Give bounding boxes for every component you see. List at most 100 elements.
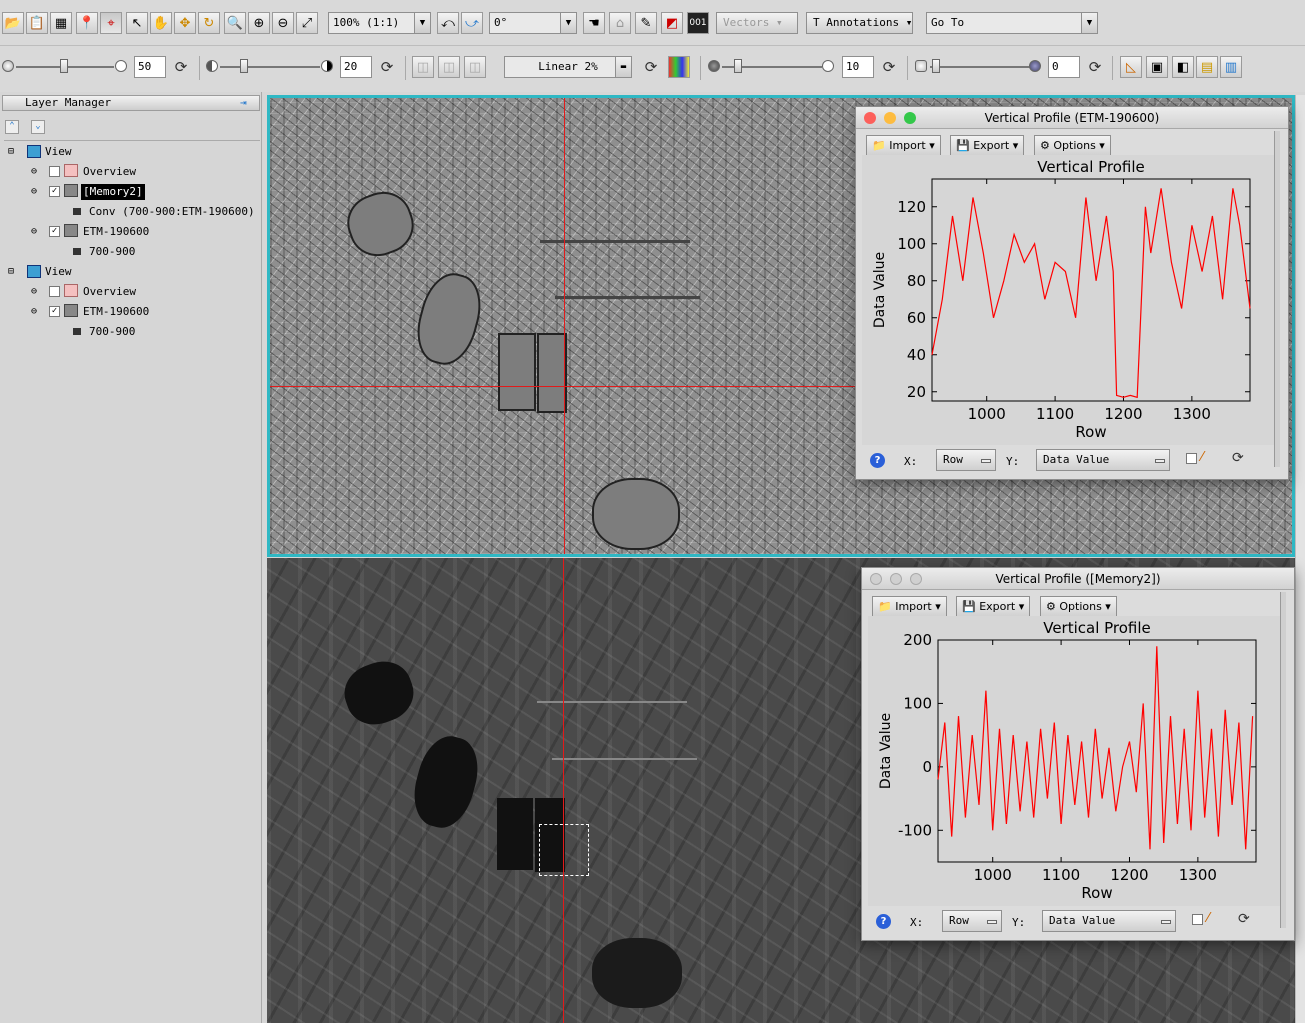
- tree-item-band-2[interactable]: 700-900: [89, 325, 135, 339]
- checkbox[interactable]: [49, 286, 60, 297]
- collapse-up-icon[interactable]: ⌃: [5, 120, 19, 134]
- layer-icon[interactable]: ▦: [50, 12, 72, 34]
- zoom-icon[interactable]: 🔍: [224, 12, 246, 34]
- window-titlebar[interactable]: Vertical Profile ([Memory2]): [862, 568, 1294, 590]
- select-arrow-icon[interactable]: ↖: [126, 12, 148, 34]
- sharpen-input[interactable]: 10: [842, 56, 874, 78]
- zoom-box[interactable]: [539, 824, 589, 876]
- rotate-cw-icon[interactable]: ⤻: [461, 12, 483, 34]
- help-icon[interactable]: ?: [870, 453, 885, 468]
- zoom-fit-icon[interactable]: ⤢: [296, 12, 318, 34]
- histogram-left-icon[interactable]: ◫: [412, 56, 434, 78]
- zoom-in-icon[interactable]: ⊕: [248, 12, 270, 34]
- minimize-icon[interactable]: [884, 112, 896, 124]
- refresh-icon[interactable]: ⟳: [1238, 911, 1250, 927]
- profile-chart[interactable]: Vertical Profile 1000 1100 1200 1300 20 40 60 80…: [862, 155, 1274, 445]
- refresh-icon[interactable]: ⟳: [642, 58, 660, 76]
- line-style-icon[interactable]: ⁄: [1207, 911, 1209, 926]
- tree-item-conv-band[interactable]: Conv (700-900:ETM-190600): [89, 205, 255, 219]
- tree-item-band-1[interactable]: 700-900: [89, 245, 135, 259]
- transparency-input[interactable]: 0: [1048, 56, 1080, 78]
- contrast-slider-track[interactable]: [220, 66, 320, 68]
- vectors-menu-button[interactable]: Vectors ▾: [716, 12, 798, 34]
- contrast-slider-thumb[interactable]: [240, 59, 248, 73]
- expand-toggle-icon[interactable]: ⊟: [8, 146, 14, 157]
- sharpen-slider-thumb[interactable]: [734, 59, 742, 73]
- rotation-combo[interactable]: 0° ▼: [489, 12, 577, 34]
- checkbox[interactable]: [49, 166, 60, 177]
- expand-toggle-icon[interactable]: ⊟: [8, 266, 14, 277]
- histogram-right-icon[interactable]: ◫: [464, 56, 486, 78]
- export-menu-button[interactable]: 💾 Export ▾: [956, 596, 1031, 618]
- dock-icon[interactable]: ⇥: [240, 96, 247, 109]
- brightness-slider-thumb[interactable]: [60, 59, 68, 73]
- zoom-window-icon[interactable]: [904, 112, 916, 124]
- profile-window-bottom[interactable]: Vertical Profile ([Memory2]) 📁 Import ▾ …: [861, 567, 1295, 941]
- open-folder-icon[interactable]: 📂: [2, 12, 24, 34]
- refresh-icon[interactable]: ⟳: [378, 58, 396, 76]
- help-icon[interactable]: ?: [876, 914, 891, 929]
- import-menu-button[interactable]: 📁 Import ▾: [872, 596, 947, 618]
- panel-scrollbar[interactable]: [1280, 592, 1286, 928]
- window-titlebar[interactable]: Vertical Profile (ETM-190600): [856, 107, 1288, 129]
- transparency-slider-thumb[interactable]: [932, 59, 940, 73]
- swipe-icon[interactable]: ▤: [1196, 56, 1218, 78]
- refresh-icon[interactable]: ⟳: [172, 58, 190, 76]
- expand-toggle-icon[interactable]: ⊖: [31, 286, 37, 297]
- contrast-input[interactable]: 20: [340, 56, 372, 78]
- tree-item-etm-2[interactable]: ETM-190600: [83, 305, 149, 319]
- tree-item-overview-1[interactable]: Overview: [83, 165, 136, 179]
- histogram-mid-icon[interactable]: ◫: [438, 56, 460, 78]
- options-menu-button[interactable]: ⚙ Options ▾: [1034, 135, 1111, 157]
- zoom-combo[interactable]: 100% (1:1) ▼: [328, 12, 431, 34]
- flicker-icon[interactable]: ◧: [1172, 56, 1194, 78]
- tree-item-overview-2[interactable]: Overview: [83, 285, 136, 299]
- x-axis-select[interactable]: Row: [936, 449, 996, 471]
- expand-toggle-icon[interactable]: ⊖: [31, 226, 37, 237]
- tree-item-memory2[interactable]: [Memory2]: [81, 184, 145, 200]
- view-scrollbar[interactable]: [1295, 95, 1305, 1023]
- checkbox[interactable]: [1186, 453, 1197, 464]
- brightness-input[interactable]: 50: [134, 56, 166, 78]
- tree-item-view-2[interactable]: View: [45, 265, 72, 279]
- fly-icon[interactable]: ✥: [174, 12, 196, 34]
- expand-toggle-icon[interactable]: ⊖: [31, 186, 37, 197]
- pan-hand-icon[interactable]: ✋: [150, 12, 172, 34]
- roi-icon[interactable]: ◩: [661, 12, 683, 34]
- expand-toggle-icon[interactable]: ⊖: [31, 306, 37, 317]
- blend-icon[interactable]: ▥: [1220, 56, 1242, 78]
- refresh-icon[interactable]: ⟳: [880, 58, 898, 76]
- panel-scrollbar[interactable]: [1274, 131, 1280, 467]
- hand-grab-icon[interactable]: ☚: [583, 12, 605, 34]
- y-axis-select[interactable]: Data Value: [1042, 910, 1176, 932]
- x-axis-select[interactable]: Row: [942, 910, 1002, 932]
- line-style-icon[interactable]: ⁄: [1201, 450, 1203, 465]
- export-menu-button[interactable]: 💾 Export ▾: [950, 135, 1025, 157]
- clipboard-icon[interactable]: 📋: [26, 12, 48, 34]
- cursor-value-icon[interactable]: ✎: [635, 12, 657, 34]
- transparency-slider-track[interactable]: [930, 66, 1030, 68]
- crosshair-icon[interactable]: ⌖: [100, 12, 122, 34]
- close-icon[interactable]: [864, 112, 876, 124]
- zoom-window-icon[interactable]: [910, 573, 922, 585]
- stats-icon[interactable]: 001: [687, 12, 709, 34]
- minimize-icon[interactable]: [890, 573, 902, 585]
- chart-tool-icon[interactable]: ◺: [1120, 56, 1142, 78]
- checkbox-checked[interactable]: ✓: [49, 186, 60, 197]
- stretch-combo[interactable]: Linear 2% ▬: [504, 56, 632, 78]
- color-table-icon[interactable]: [668, 56, 690, 78]
- close-icon[interactable]: [870, 573, 882, 585]
- goto-combo[interactable]: Go To ▼: [926, 12, 1098, 34]
- rotate-icon[interactable]: ↻: [198, 12, 220, 34]
- pin-icon[interactable]: 📍: [76, 12, 98, 34]
- tree-item-view-1[interactable]: View: [45, 145, 72, 159]
- options-menu-button[interactable]: ⚙ Options ▾: [1040, 596, 1117, 618]
- import-menu-button[interactable]: 📁 Import ▾: [866, 135, 941, 157]
- profile-window-top[interactable]: Vertical Profile (ETM-190600) 📁 Import ▾…: [855, 106, 1289, 480]
- profile-chart[interactable]: Vertical Profile 1000 1100 1200 1300 -100 0 100…: [868, 616, 1280, 906]
- checkbox[interactable]: [1192, 914, 1203, 925]
- expand-down-icon[interactable]: ⌄: [31, 120, 45, 134]
- checkbox-checked[interactable]: ✓: [49, 306, 60, 317]
- lock-icon[interactable]: ⌂: [609, 12, 631, 34]
- zoom-out-icon[interactable]: ⊖: [272, 12, 294, 34]
